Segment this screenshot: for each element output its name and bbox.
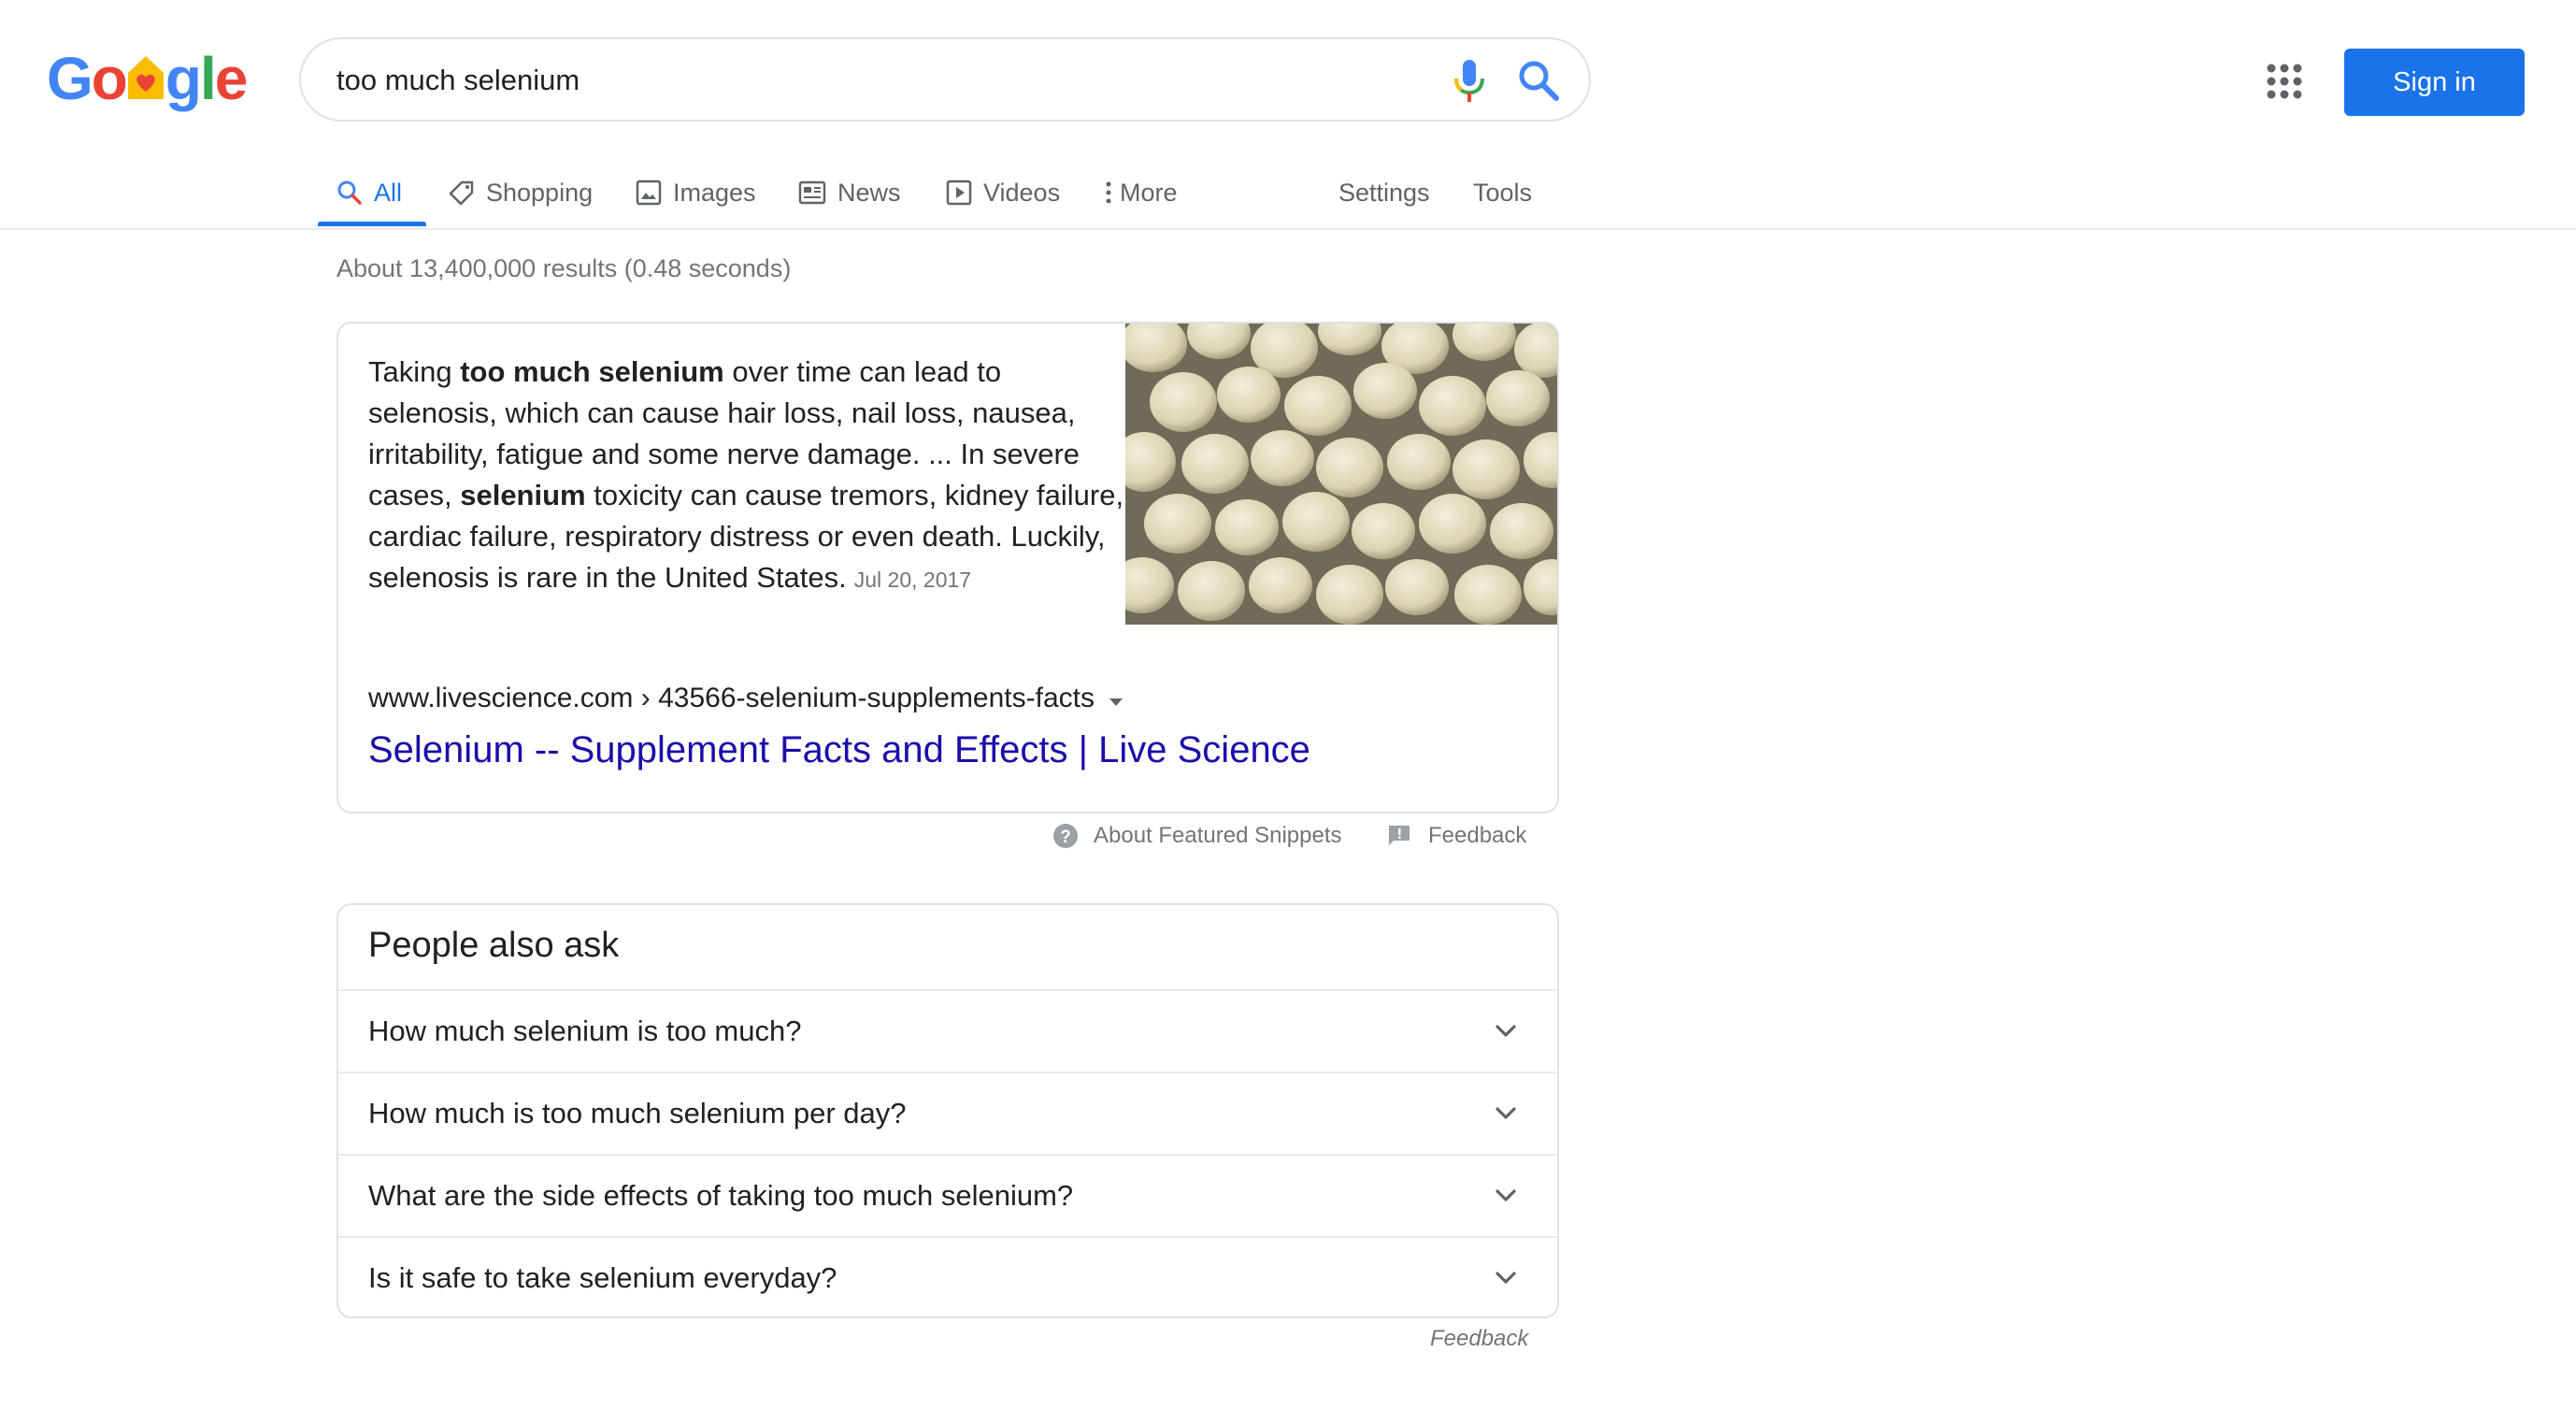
tablets-photo — [1125, 324, 1557, 625]
paa-question-text: How much selenium is too much? — [368, 1014, 802, 1047]
more-vert-icon — [1106, 181, 1111, 204]
image-icon — [636, 180, 662, 206]
result-stats: About 13,400,000 results (0.48 seconds) — [336, 254, 792, 282]
about-featured-snippets[interactable]: ? About Featured Snippets — [1052, 819, 1342, 853]
tab-videos[interactable]: Videos — [946, 159, 1060, 226]
snippet-image-selenium-tablets[interactable] — [1125, 324, 1557, 625]
snippet-url-text: www.livescience.com › 43566-selenium-sup… — [368, 683, 1095, 713]
header-divider — [0, 228, 2576, 230]
logo-letter-o1: o — [91, 45, 128, 112]
tools-link[interactable]: Tools — [1473, 159, 1532, 226]
logo-house-doodle-icon — [126, 50, 165, 99]
snippet-feedback[interactable]: Feedback — [1387, 819, 1526, 853]
paa-title: People also ask — [368, 926, 620, 965]
chevron-down-icon — [1496, 1189, 1516, 1201]
tab-news-label: News — [837, 178, 901, 207]
video-icon — [946, 180, 972, 206]
logo-letter-g2: g — [165, 45, 202, 112]
featured-snippet: Taking too much selenium over time can l… — [336, 322, 1559, 813]
logo-letter-e: e — [214, 45, 249, 112]
tag-icon — [449, 180, 474, 206]
tab-more-label: More — [1120, 178, 1178, 207]
chevron-down-icon — [1496, 1272, 1516, 1284]
chevron-down-icon — [1496, 1025, 1516, 1037]
paa-question-text: How much is too much selenium per day? — [368, 1097, 907, 1129]
paa-question-row[interactable]: Is it safe to take selenium everyday? — [338, 1236, 1557, 1316]
tab-images-label: Images — [673, 178, 756, 207]
search-small-icon — [337, 180, 362, 205]
snippet-bold-1: too much selenium — [460, 355, 724, 388]
caret-down-icon[interactable] — [1108, 683, 1124, 715]
snippet-text-part-1: Taking — [368, 355, 461, 388]
paa-question-text: Is it safe to take selenium everyday? — [368, 1261, 837, 1294]
snippet-result-title-link[interactable]: Selenium -- Supplement Facts and Effects… — [368, 729, 1310, 771]
tab-all-label: All — [374, 178, 403, 207]
snippet-source-url[interactable]: www.livescience.com › 43566-selenium-sup… — [368, 683, 1124, 715]
tab-shopping[interactable]: Shopping — [449, 159, 593, 226]
help-circle-icon: ? — [1053, 824, 1078, 848]
about-featured-snippets-label: About Featured Snippets — [1094, 823, 1342, 848]
tab-news[interactable]: News — [798, 159, 901, 226]
microphone-icon[interactable] — [1449, 58, 1490, 105]
logo-letter-l: l — [199, 45, 217, 112]
snippet-bold-2: selenium — [460, 479, 586, 511]
tab-all[interactable]: All — [336, 159, 402, 226]
paa-question-row[interactable]: How much selenium is too much? — [338, 989, 1557, 1072]
paa-feedback-link[interactable]: Feedback — [1430, 1326, 1528, 1352]
tab-shopping-label: Shopping — [486, 178, 594, 207]
active-tab-indicator — [318, 222, 426, 226]
logo-letter-g: G — [47, 45, 93, 112]
paa-question-row[interactable]: What are the side effects of taking too … — [338, 1154, 1557, 1236]
search-box — [299, 37, 1591, 122]
tab-images[interactable]: Images — [636, 159, 756, 226]
news-icon — [798, 180, 826, 205]
tab-more[interactable]: More — [1105, 159, 1178, 226]
paa-question-text: What are the side effects of taking too … — [368, 1179, 1074, 1212]
google-logo[interactable]: Go gle — [47, 45, 249, 112]
svg-text:?: ? — [1060, 827, 1071, 847]
chevron-down-icon — [1496, 1107, 1516, 1119]
search-icon[interactable] — [1516, 58, 1561, 103]
snippet-text: Taking too much selenium over time can l… — [368, 352, 1135, 600]
snippet-date: Jul 20, 2017 — [853, 568, 972, 592]
paa-question-row[interactable]: How much is too much selenium per day? — [338, 1072, 1557, 1154]
search-input[interactable] — [336, 56, 1365, 105]
sign-in-button[interactable]: Sign in — [2344, 49, 2525, 116]
tab-videos-label: Videos — [983, 178, 1061, 207]
people-also-ask: People also ask How much selenium is too… — [336, 903, 1559, 1318]
snippet-feedback-label: Feedback — [1428, 823, 1527, 848]
settings-link[interactable]: Settings — [1338, 159, 1430, 226]
feedback-icon — [1389, 826, 1410, 845]
google-apps-icon[interactable] — [2266, 63, 2303, 100]
